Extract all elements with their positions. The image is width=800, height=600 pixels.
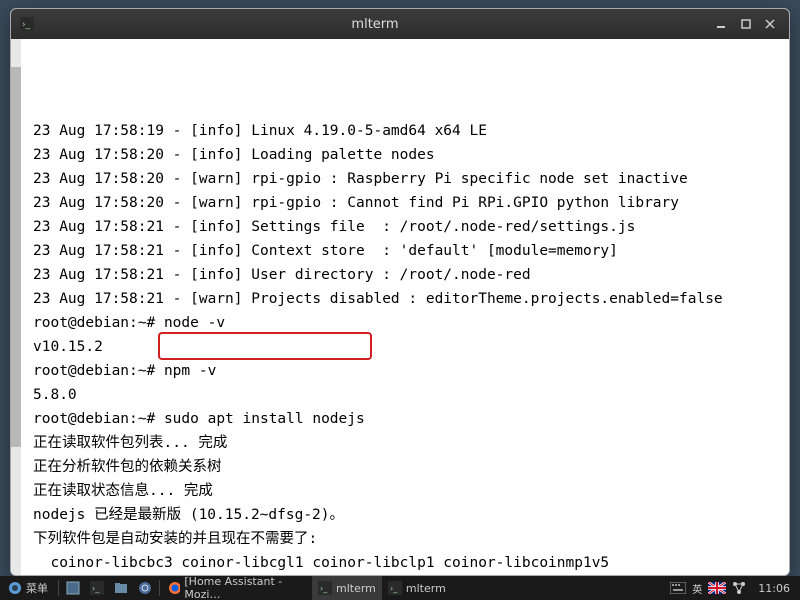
terminal-line: 23 Aug 17:58:21 - [info] Settings file :… (33, 215, 785, 239)
terminal-icon: ›_ (388, 581, 402, 595)
svg-text:›_: ›_ (320, 584, 328, 593)
terminal-line: 23 Aug 17:58:20 - [warn] rpi-gpio : Rasp… (33, 167, 785, 191)
separator (58, 580, 59, 596)
terminal-line: 正在分析软件包的依赖关系树 (33, 455, 785, 479)
svg-text:›_: ›_ (92, 584, 100, 593)
clock[interactable]: 11:06 (752, 582, 796, 595)
terminal-line: 下列软件包是自动安装的并且现在不需要了: (33, 527, 785, 551)
terminal-line: nodejs 已经是最新版 (10.15.2~dfsg-2)。 (33, 503, 785, 527)
scroll-thumb[interactable] (11, 67, 21, 447)
minimize-button[interactable] (711, 13, 733, 35)
terminal-line: 23 Aug 17:58:19 - [info] Linux 4.19.0-5-… (33, 119, 785, 143)
terminal-line: 23 Aug 17:58:21 - [info] Context store :… (33, 239, 785, 263)
task-label: mlterm (336, 582, 376, 595)
svg-text:›_: ›_ (22, 20, 31, 30)
terminal-body[interactable]: 23 Aug 17:58:19 - [info] Linux 4.19.0-5-… (11, 39, 789, 575)
terminal-icon: ›_ (318, 581, 332, 595)
window-title: mlterm (41, 17, 709, 32)
svg-text:›_: ›_ (390, 584, 398, 593)
terminal-line: 正在读取软件包列表... 完成 (33, 431, 785, 455)
terminal-line: 5.8.0 (33, 383, 785, 407)
terminal-line: 23 Aug 17:58:21 - [warn] Projects disabl… (33, 287, 785, 311)
task-label: mlterm (406, 582, 446, 595)
terminal-line: 23 Aug 17:58:21 - [info] User directory … (33, 263, 785, 287)
taskbar: 菜单 ›_ [Home Assistant - Mozi… ›_ mlterm … (0, 576, 800, 600)
terminal-line: root@debian:~# npm -v (33, 359, 785, 383)
scrollbar[interactable] (11, 39, 21, 575)
separator (159, 580, 160, 596)
titlebar[interactable]: ›_ mlterm (11, 9, 789, 39)
terminal-line: 23 Aug 17:58:20 - [info] Loading palette… (33, 143, 785, 167)
language-indicator[interactable]: 英 (692, 581, 702, 596)
menu-icon (8, 581, 22, 595)
terminal-line: 正在读取状态信息... 完成 (33, 479, 785, 503)
keyboard-indicator[interactable] (670, 582, 686, 594)
terminal-line: root@debian:~# node -v (33, 311, 785, 335)
firefox-icon (168, 581, 180, 595)
terminal-launcher[interactable]: ›_ (85, 576, 109, 600)
app-icon: ›_ (19, 16, 35, 32)
file-manager-launcher[interactable] (109, 576, 133, 600)
terminal-content: 23 Aug 17:58:19 - [info] Linux 4.19.0-5-… (33, 119, 785, 575)
maximize-button[interactable] (735, 13, 757, 35)
browser-launcher[interactable] (133, 576, 157, 600)
task-firefox[interactable]: [Home Assistant - Mozi… (162, 576, 312, 600)
task-mlterm-2[interactable]: ›_ mlterm (382, 576, 452, 600)
show-desktop-button[interactable] (61, 576, 85, 600)
task-mlterm-1[interactable]: ›_ mlterm (312, 576, 382, 600)
system-tray: 英 11:06 (666, 576, 800, 600)
terminal-line: root@debian:~# sudo apt install nodejs (33, 407, 785, 431)
terminal-line: 23 Aug 17:58:20 - [warn] rpi-gpio : Cann… (33, 191, 785, 215)
start-menu-button[interactable]: 菜单 (0, 576, 56, 600)
close-button[interactable] (759, 13, 781, 35)
terminal-line: coinor-libcbc3 coinor-libcgl1 coinor-lib… (33, 551, 785, 575)
flag-indicator[interactable] (708, 582, 726, 594)
menu-label: 菜单 (26, 580, 48, 596)
terminal-window: ›_ mlterm 23 Aug 17:58:19 - [info] Linux… (10, 8, 790, 576)
task-label: [Home Assistant - Mozi… (184, 576, 306, 600)
network-icon[interactable] (732, 581, 746, 595)
terminal-line: v10.15.2 (33, 335, 785, 359)
